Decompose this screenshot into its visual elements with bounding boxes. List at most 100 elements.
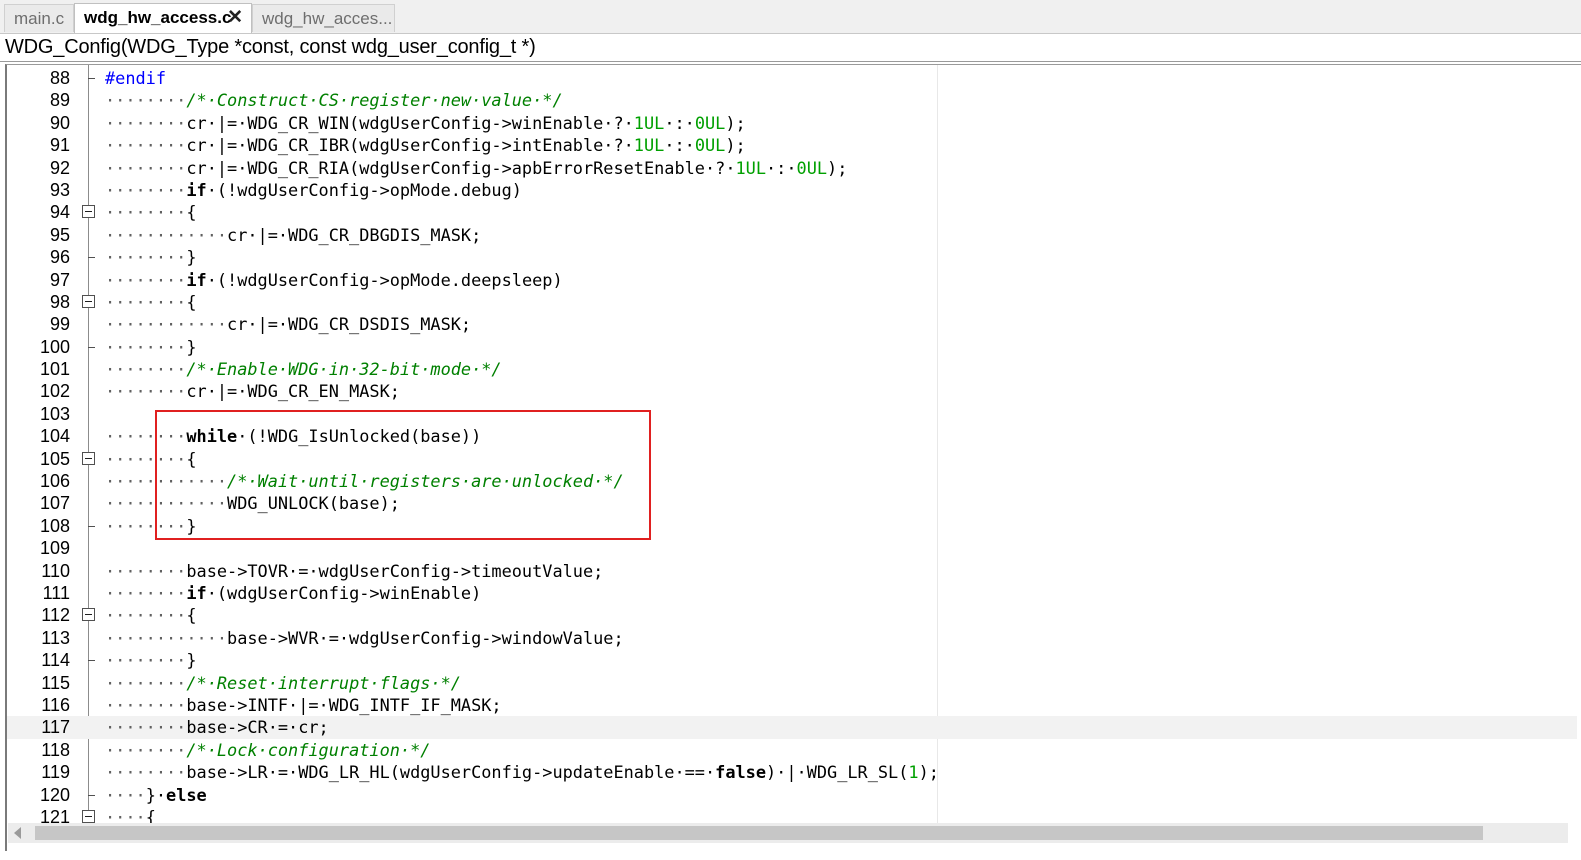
- code-line[interactable]: 101 ········/*·Enable·WDG·in·32-bit·mode·…: [7, 358, 1577, 380]
- code-line[interactable]: 115 ········/*·Reset·interrupt·flags·*/: [7, 672, 1577, 694]
- code-line[interactable]: 109: [7, 537, 1577, 559]
- code-token: ········: [105, 694, 187, 715]
- fold-collapse-icon[interactable]: [82, 809, 95, 823]
- code-token: 1UL: [633, 112, 665, 133]
- code-token: /*·Construct·CS·register·new·value·*/: [186, 90, 563, 111]
- scrollbar-thumb[interactable]: [35, 826, 1483, 840]
- close-icon[interactable]: ✕: [227, 4, 243, 31]
- function-navigator[interactable]: WDG_Config(WDG_Type *const, const wdg_us…: [0, 34, 1581, 62]
- code-text: ········/*·Enable·WDG·in·32-bit·mode·*/: [105, 358, 502, 380]
- code-line[interactable]: 91 ········cr·|=·WDG_CR_IBR(wdgUserConfig…: [7, 134, 1577, 156]
- scroll-left-arrow-icon[interactable]: [14, 827, 21, 839]
- code-line[interactable]: 99 ············cr·|=·WDG_CR_DSDIS_MASK;: [7, 313, 1577, 335]
- code-lines: 88 #endif 89 ········/*·Construct·CS·regist…: [7, 67, 1577, 828]
- code-token: cr·|=·WDG_CR_EN_MASK;: [186, 381, 400, 402]
- code-text: ········if·(wdgUserConfig->winEnable): [105, 582, 481, 604]
- code-line[interactable]: 117 ········base->CR·=·cr;: [7, 716, 1577, 739]
- line-number: 117: [41, 717, 70, 738]
- code-token: }: [186, 247, 197, 268]
- code-line[interactable]: 97 ········if·(!wdgUserConfig->opMode.dee…: [7, 269, 1577, 291]
- code-line[interactable]: 107 ············WDG_UNLOCK(base);: [7, 492, 1577, 514]
- code-text: ········}: [105, 336, 197, 358]
- code-token: 1: [908, 762, 919, 783]
- code-line[interactable]: 103: [7, 403, 1577, 425]
- code-line[interactable]: 94 ········{: [7, 201, 1577, 223]
- line-number: 99: [49, 314, 70, 335]
- code-token: );: [827, 157, 848, 178]
- code-line[interactable]: 110 ········base->TOVR·=·wdgUserConfig->t…: [7, 560, 1577, 582]
- code-text: ········base->TOVR·=·wdgUserConfig->time…: [105, 560, 603, 582]
- code-text: ········}: [105, 515, 197, 537]
- code-line[interactable]: 118 ········/*·Lock·configuration·*/: [7, 739, 1577, 761]
- code-line[interactable]: 89 ········/*·Construct·CS·register·new·v…: [7, 89, 1577, 111]
- fold-end-icon: [82, 787, 95, 803]
- code-line[interactable]: 119 ········base->LR·=·WDG_LR_HL(wdgUserC…: [7, 761, 1577, 783]
- line-number: 106: [39, 471, 70, 492]
- code-token: ········: [105, 739, 187, 760]
- code-line[interactable]: 93 ········if·(!wdgUserConfig->opMode.deb…: [7, 179, 1577, 201]
- code-line[interactable]: 92 ········cr·|=·WDG_CR_RIA(wdgUserConfig…: [7, 157, 1577, 179]
- code-token: /*·Wait·until·registers·are·unlocked·*/: [227, 471, 624, 492]
- tab-wdg-hw-acces-truncated[interactable]: wdg_hw_acces...: [252, 4, 395, 32]
- code-token: 0UL: [796, 157, 828, 178]
- code-line[interactable]: 95 ············cr·|=·WDG_CR_DBGDIS_MASK;: [7, 224, 1577, 246]
- code-text: ····}·else: [105, 784, 207, 806]
- code-line[interactable]: 96 ········}: [7, 246, 1577, 268]
- code-line[interactable]: 111 ········if·(wdgUserConfig->winEnable): [7, 582, 1577, 604]
- code-line[interactable]: 106 ············/*·Wait·until·registers·a…: [7, 470, 1577, 492]
- code-token: ········: [105, 247, 187, 268]
- code-text: ············cr·|=·WDG_CR_DBGDIS_MASK;: [105, 224, 481, 246]
- line-number: 111: [42, 582, 70, 603]
- code-text: ········while·(!WDG_IsUnlocked(base)): [105, 425, 481, 447]
- line-number: 116: [41, 694, 70, 715]
- code-line[interactable]: 104 ········while·(!WDG_IsUnlocked(base)): [7, 425, 1577, 447]
- line-number: 89: [49, 90, 70, 111]
- code-text: ········{: [105, 201, 197, 223]
- line-number: 95: [49, 224, 70, 245]
- code-text: ········cr·|=·WDG_CR_RIA(wdgUserConfig->…: [105, 157, 847, 179]
- fold-collapse-icon[interactable]: [82, 294, 95, 308]
- code-line[interactable]: 116 ········base->INTF·|=·WDG_INTF_IF_MAS…: [7, 694, 1577, 716]
- line-number: 107: [39, 493, 70, 514]
- code-line[interactable]: 100 ········}: [7, 336, 1577, 358]
- code-token: {: [186, 291, 197, 312]
- line-number: 91: [49, 135, 70, 156]
- code-text: ········{: [105, 448, 197, 470]
- code-text: ········if·(!wdgUserConfig->opMode.deeps…: [105, 269, 563, 291]
- code-token: ·(wdgUserConfig->winEnable): [206, 582, 482, 603]
- editor-tab-bar: main.c wdg_hw_access.c ✕ wdg_hw_acces...: [0, 0, 1581, 34]
- code-line[interactable]: 98 ········{: [7, 291, 1577, 313]
- fold-collapse-icon[interactable]: [82, 608, 95, 622]
- code-line[interactable]: 88 #endif: [7, 67, 1577, 89]
- code-token: #endif: [105, 68, 167, 88]
- code-line[interactable]: 120 ····}·else: [7, 784, 1577, 806]
- line-number: 93: [49, 179, 70, 200]
- code-line[interactable]: 90 ········cr·|=·WDG_CR_WIN(wdgUserConfig…: [7, 112, 1577, 134]
- code-token: ········: [105, 605, 187, 626]
- code-token: if: [186, 582, 207, 603]
- code-token: while: [186, 426, 238, 447]
- code-text: ········if·(!wdgUserConfig->opMode.debug…: [105, 179, 522, 201]
- tab-wdg-hw-access-c[interactable]: wdg_hw_access.c ✕: [74, 3, 252, 33]
- line-number: 103: [39, 403, 70, 424]
- code-token: cr·|=·WDG_CR_RIA(wdgUserConfig->apbError…: [186, 157, 736, 178]
- code-token: ········: [105, 291, 187, 312]
- line-number: 94: [49, 202, 70, 223]
- code-token: ········: [105, 381, 187, 402]
- fold-collapse-icon[interactable]: [82, 205, 95, 219]
- code-editor[interactable]: 88 #endif 89 ········/*·Construct·CS·regist…: [5, 64, 1581, 851]
- code-token: ········: [105, 135, 187, 156]
- code-line[interactable]: 112 ········{: [7, 604, 1577, 626]
- fold-collapse-icon[interactable]: [82, 451, 95, 465]
- code-line[interactable]: 114 ········}: [7, 649, 1577, 671]
- line-number: 102: [39, 381, 70, 402]
- code-line[interactable]: 108 ········}: [7, 515, 1577, 537]
- code-line[interactable]: 102 ········cr·|=·WDG_CR_EN_MASK;: [7, 380, 1577, 402]
- code-token: ········: [105, 560, 187, 581]
- horizontal-scrollbar[interactable]: [8, 823, 1568, 843]
- code-token: /*·Enable·WDG·in·32-bit·mode·*/: [186, 359, 502, 380]
- tab-main-c[interactable]: main.c: [4, 4, 74, 32]
- code-line[interactable]: 105 ········{: [7, 448, 1577, 470]
- code-line[interactable]: 113 ············base->WVR·=·wdgUserConfig…: [7, 627, 1577, 649]
- code-token: }: [186, 650, 197, 671]
